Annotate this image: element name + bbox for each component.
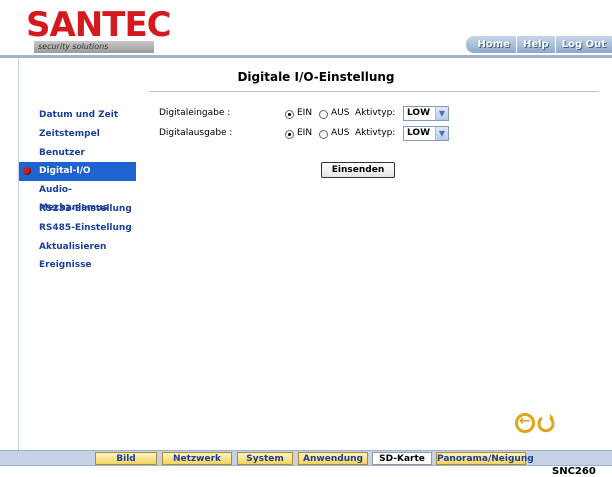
content-frame: Digitale I/O-Einstellung Datum und Zeit … <box>18 58 612 450</box>
sidebar-item-rs485[interactable]: RS485-Einstellung <box>19 219 139 238</box>
bottom-tab-bar: Bild Netzwerk System Anwendung SD-Karte … <box>0 450 612 466</box>
sidebar-item-label: Ereignisse <box>39 260 92 271</box>
submit-button[interactable]: Einsenden <box>321 162 395 178</box>
sidebar-item-label: Benutzer <box>39 147 85 158</box>
sidebar-item-label: Datum und Zeit <box>39 110 119 120</box>
sidebar-item-datum-und-zeit[interactable]: Datum und Zeit <box>19 106 139 125</box>
refresh-icon[interactable] <box>537 413 555 433</box>
sidebar-item-aktualisieren[interactable]: Aktualisieren <box>19 238 139 257</box>
sidebar-item-label: Digital-I/O <box>39 166 91 177</box>
digital-output-on-radio[interactable] <box>285 130 294 139</box>
home-link[interactable]: Home <box>472 36 516 53</box>
logout-link[interactable]: Log Out <box>554 36 612 53</box>
sidebar-item-zeitstempel[interactable]: Zeitstempel <box>19 125 139 144</box>
select-value: LOW <box>407 128 430 138</box>
digital-output-type-label: Aktivtyp: <box>355 128 396 138</box>
sidebar-item-benutzer[interactable]: Benutzer <box>19 144 139 163</box>
digital-output-off-label: AUS <box>331 128 350 138</box>
back-arrow-icon[interactable] <box>515 413 535 433</box>
sidebar-item-audio-mechanismus[interactable]: Audio-Mechanismus <box>19 181 139 213</box>
sidebar-item-label: RS232-Einstellung <box>39 203 132 214</box>
digital-input-label: Digitaleingabe : <box>159 108 231 118</box>
digital-output-off-radio[interactable] <box>319 130 328 139</box>
bottom-icons <box>515 413 575 435</box>
santec-logo: SANTEC security solutions <box>22 6 172 54</box>
sidebar-item-label: Zeitstempel <box>39 128 100 139</box>
title-divider <box>149 91 599 92</box>
logo-tagline: security solutions <box>34 41 154 53</box>
digital-input-off-radio[interactable] <box>319 110 328 119</box>
digital-input-on-radio[interactable] <box>285 110 294 119</box>
tab-panorama-neigung[interactable]: Panorama/Neigung <box>436 452 534 465</box>
tab-system[interactable]: System <box>237 452 293 465</box>
chevron-down-icon: ▼ <box>435 107 448 120</box>
sidebar-item-label: Aktualisieren <box>39 241 107 252</box>
page-title: Digitale I/O-Einstellung <box>237 70 395 84</box>
tab-anwendung[interactable]: Anwendung <box>298 452 368 465</box>
digital-output-type-select[interactable]: LOW ▼ <box>403 126 449 141</box>
sidebar-item-ereignisse[interactable]: Ereignisse <box>19 256 139 275</box>
digital-input-type-label: Aktivtyp: <box>355 108 396 118</box>
chevron-down-icon: ▼ <box>435 127 448 140</box>
digital-output-label: Digitalausgabe : <box>159 128 233 138</box>
sidebar-item-label: RS485-Einstellung <box>39 222 132 233</box>
logo-text: SANTEC <box>26 5 172 45</box>
digital-input-row: Digitaleingabe : EIN AUS Aktivtyp: LOW ▼ <box>159 106 539 124</box>
tab-bild[interactable]: Bild <box>95 452 157 465</box>
top-nav: Home Help Log Out <box>465 36 612 53</box>
header: SANTEC security solutions Home Help Log … <box>0 0 612 58</box>
tab-netzwerk[interactable]: Netzwerk <box>162 452 232 465</box>
settings-sidebar: Datum und Zeit Zeitstempel Benutzer Digi… <box>19 106 139 275</box>
sidebar-item-rs232[interactable]: RS232-Einstellung <box>19 200 139 219</box>
digital-input-type-select[interactable]: LOW ▼ <box>403 106 449 121</box>
model-label: SNC260 <box>552 466 596 477</box>
sidebar-item-digital-io[interactable]: Digital-I/O <box>19 162 136 182</box>
digital-output-on-label: EIN <box>297 128 313 138</box>
digital-input-on-label: EIN <box>297 108 313 118</box>
active-bullet-icon <box>23 167 31 176</box>
help-link[interactable]: Help <box>515 36 555 53</box>
select-value: LOW <box>407 108 430 118</box>
digital-input-off-label: AUS <box>331 108 350 118</box>
tab-sd-karte[interactable]: SD-Karte <box>372 452 432 465</box>
digital-output-row: Digitalausgabe : EIN AUS Aktivtyp: LOW ▼ <box>159 126 539 144</box>
